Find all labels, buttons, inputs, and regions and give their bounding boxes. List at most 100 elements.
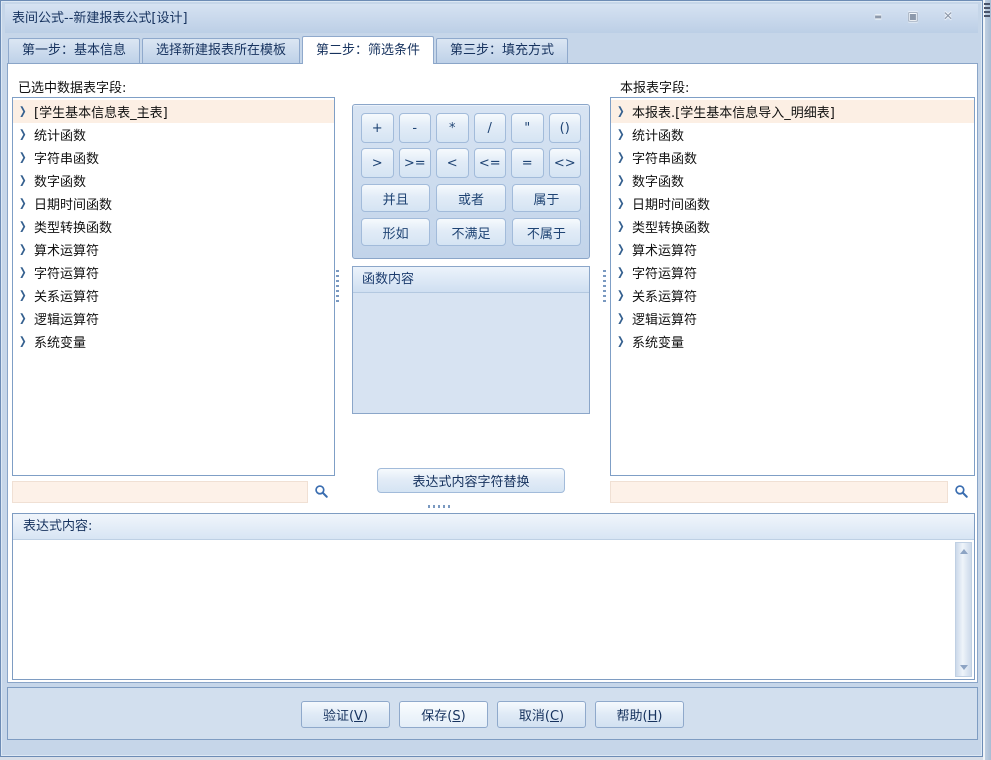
tree-item[interactable]: ❯算术运算符 (13, 238, 334, 261)
chevron-right-icon[interactable]: ❯ (19, 152, 34, 164)
chevron-right-icon[interactable]: ❯ (617, 336, 632, 348)
chevron-right-icon[interactable]: ❯ (617, 221, 632, 233)
tree-item[interactable]: ❯关系运算符 (611, 284, 974, 307)
maximize-icon[interactable]: ▣ (901, 8, 925, 25)
right-splitter-handle[interactable] (603, 270, 606, 302)
tree-item-label: 本报表.[学生基本信息导入_明细表] (632, 102, 835, 121)
tree-item[interactable]: ❯算术运算符 (611, 238, 974, 261)
operator-neq-button[interactable]: <> (549, 148, 582, 178)
chevron-right-icon[interactable]: ❯ (617, 129, 632, 141)
chevron-right-icon[interactable]: ❯ (19, 336, 34, 348)
tab-step1-basic-info[interactable]: 第一步：基本信息 (8, 38, 140, 63)
operator-eq-button[interactable]: = (511, 148, 544, 178)
expression-replace-button[interactable]: 表达式内容字符替换 (377, 468, 564, 493)
tab-select-template[interactable]: 选择新建报表所在模板 (142, 38, 300, 63)
tree-item[interactable]: ❯系统变量 (13, 330, 334, 353)
expression-textarea[interactable] (13, 540, 974, 679)
operator-and-button[interactable]: 并且 (361, 184, 430, 212)
chevron-right-icon[interactable]: ❯ (19, 267, 34, 279)
tree-item-label: 类型转换函数 (34, 217, 112, 236)
search-icon[interactable] (308, 480, 335, 503)
scroll-up-icon[interactable] (956, 543, 971, 560)
tree-item-label: 逻辑运算符 (632, 309, 697, 328)
save-button[interactable]: 保存(S) (399, 701, 488, 728)
help-button[interactable]: 帮助(H) (595, 701, 684, 728)
operator-parentheses-button[interactable]: () (549, 113, 582, 143)
horizontal-splitter-handle[interactable] (428, 505, 451, 508)
operator-lt-button[interactable]: < (436, 148, 469, 178)
tree-item[interactable]: ❯字符运算符 (13, 261, 334, 284)
search-icon[interactable] (948, 480, 975, 503)
chevron-right-icon[interactable]: ❯ (19, 175, 34, 187)
button-label-part: ) (559, 709, 564, 724)
tab-step3-fill-method[interactable]: 第三步：填充方式 (436, 38, 568, 63)
operator-quote-button[interactable]: " (511, 113, 544, 143)
tree-item[interactable]: ❯日期时间函数 (611, 192, 974, 215)
chevron-right-icon[interactable]: ❯ (19, 244, 34, 256)
tree-item[interactable]: ❯系统变量 (611, 330, 974, 353)
operator-gte-button[interactable]: >= (399, 148, 432, 178)
titlebar[interactable]: 表间公式--新建报表公式[设计] (5, 4, 978, 33)
chevron-right-icon[interactable]: ❯ (617, 290, 632, 302)
operator-lte-button[interactable]: <= (474, 148, 507, 178)
close-icon[interactable]: ✕ (936, 8, 960, 25)
tree-item[interactable]: ❯类型转换函数 (13, 215, 334, 238)
scroll-down-icon[interactable] (956, 659, 971, 676)
chevron-right-icon[interactable]: ❯ (19, 129, 34, 141)
tree-item[interactable]: ❯日期时间函数 (13, 192, 334, 215)
chevron-right-icon[interactable]: ❯ (19, 106, 34, 118)
vertical-scrollbar[interactable] (955, 542, 972, 677)
expression-label: 表达式内容: (13, 514, 974, 540)
operator-not-in-button[interactable]: 不属于 (512, 218, 581, 246)
tree-item[interactable]: ❯统计函数 (611, 123, 974, 146)
left-splitter-handle[interactable] (336, 270, 339, 302)
tree-item[interactable]: ❯字符运算符 (611, 261, 974, 284)
chevron-right-icon[interactable]: ❯ (19, 290, 34, 302)
operator-not-satisfy-button[interactable]: 不满足 (436, 218, 505, 246)
chevron-right-icon[interactable]: ❯ (19, 313, 34, 325)
operator-plus-button[interactable]: + (361, 113, 394, 143)
chevron-right-icon[interactable]: ❯ (617, 198, 632, 210)
tree-item[interactable]: ❯[学生基本信息表_主表] (13, 100, 334, 123)
left-search-input[interactable] (12, 481, 308, 503)
button-label-part: ) (461, 709, 466, 724)
chevron-right-icon[interactable]: ❯ (617, 267, 632, 279)
formula-designer-dialog: 表间公式--新建报表公式[设计] ▬ ▣ ✕ 第一步：基本信息 选择新建报表所在… (0, 0, 983, 757)
scrollbar-track[interactable] (956, 560, 971, 659)
chevron-right-icon[interactable]: ❯ (617, 152, 632, 164)
tree-item[interactable]: ❯字符串函数 (13, 146, 334, 169)
operator-or-button[interactable]: 或者 (436, 184, 505, 212)
chevron-right-icon[interactable]: ❯ (617, 244, 632, 256)
tree-item[interactable]: ❯字符串函数 (611, 146, 974, 169)
button-mnemonic: V (354, 709, 363, 724)
report-fields-label: 本报表字段: (620, 77, 689, 96)
chevron-right-icon[interactable]: ❯ (617, 175, 632, 187)
tree-item[interactable]: ❯关系运算符 (13, 284, 334, 307)
chevron-right-icon[interactable]: ❯ (19, 198, 34, 210)
operator-like-button[interactable]: 形如 (361, 218, 430, 246)
tree-item[interactable]: ❯逻辑运算符 (611, 307, 974, 330)
tree-item[interactable]: ❯逻辑运算符 (13, 307, 334, 330)
tree-item-label: [学生基本信息表_主表] (34, 102, 168, 121)
operator-minus-button[interactable]: - (399, 113, 432, 143)
operator-multiply-button[interactable]: * (436, 113, 469, 143)
tree-item[interactable]: ❯数字函数 (13, 169, 334, 192)
chevron-right-icon[interactable]: ❯ (617, 106, 632, 118)
tab-step2-filter-conditions[interactable]: 第二步：筛选条件 (302, 36, 434, 64)
operator-divide-button[interactable]: / (474, 113, 507, 143)
tree-item-label: 字符运算符 (632, 263, 697, 282)
tree-item-label: 统计函数 (34, 125, 86, 144)
verify-button[interactable]: 验证(V) (301, 701, 390, 728)
tree-item[interactable]: ❯类型转换函数 (611, 215, 974, 238)
right-search-input[interactable] (610, 481, 948, 503)
tree-item[interactable]: ❯本报表.[学生基本信息导入_明细表] (611, 100, 974, 123)
operator-in-button[interactable]: 属于 (512, 184, 581, 212)
tree-item-label: 数字函数 (34, 171, 86, 190)
tree-item[interactable]: ❯数字函数 (611, 169, 974, 192)
chevron-right-icon[interactable]: ❯ (617, 313, 632, 325)
minimize-icon[interactable]: ▬ (866, 8, 890, 25)
chevron-right-icon[interactable]: ❯ (19, 221, 34, 233)
operator-gt-button[interactable]: > (361, 148, 394, 178)
tree-item[interactable]: ❯统计函数 (13, 123, 334, 146)
cancel-button[interactable]: 取消(C) (497, 701, 586, 728)
